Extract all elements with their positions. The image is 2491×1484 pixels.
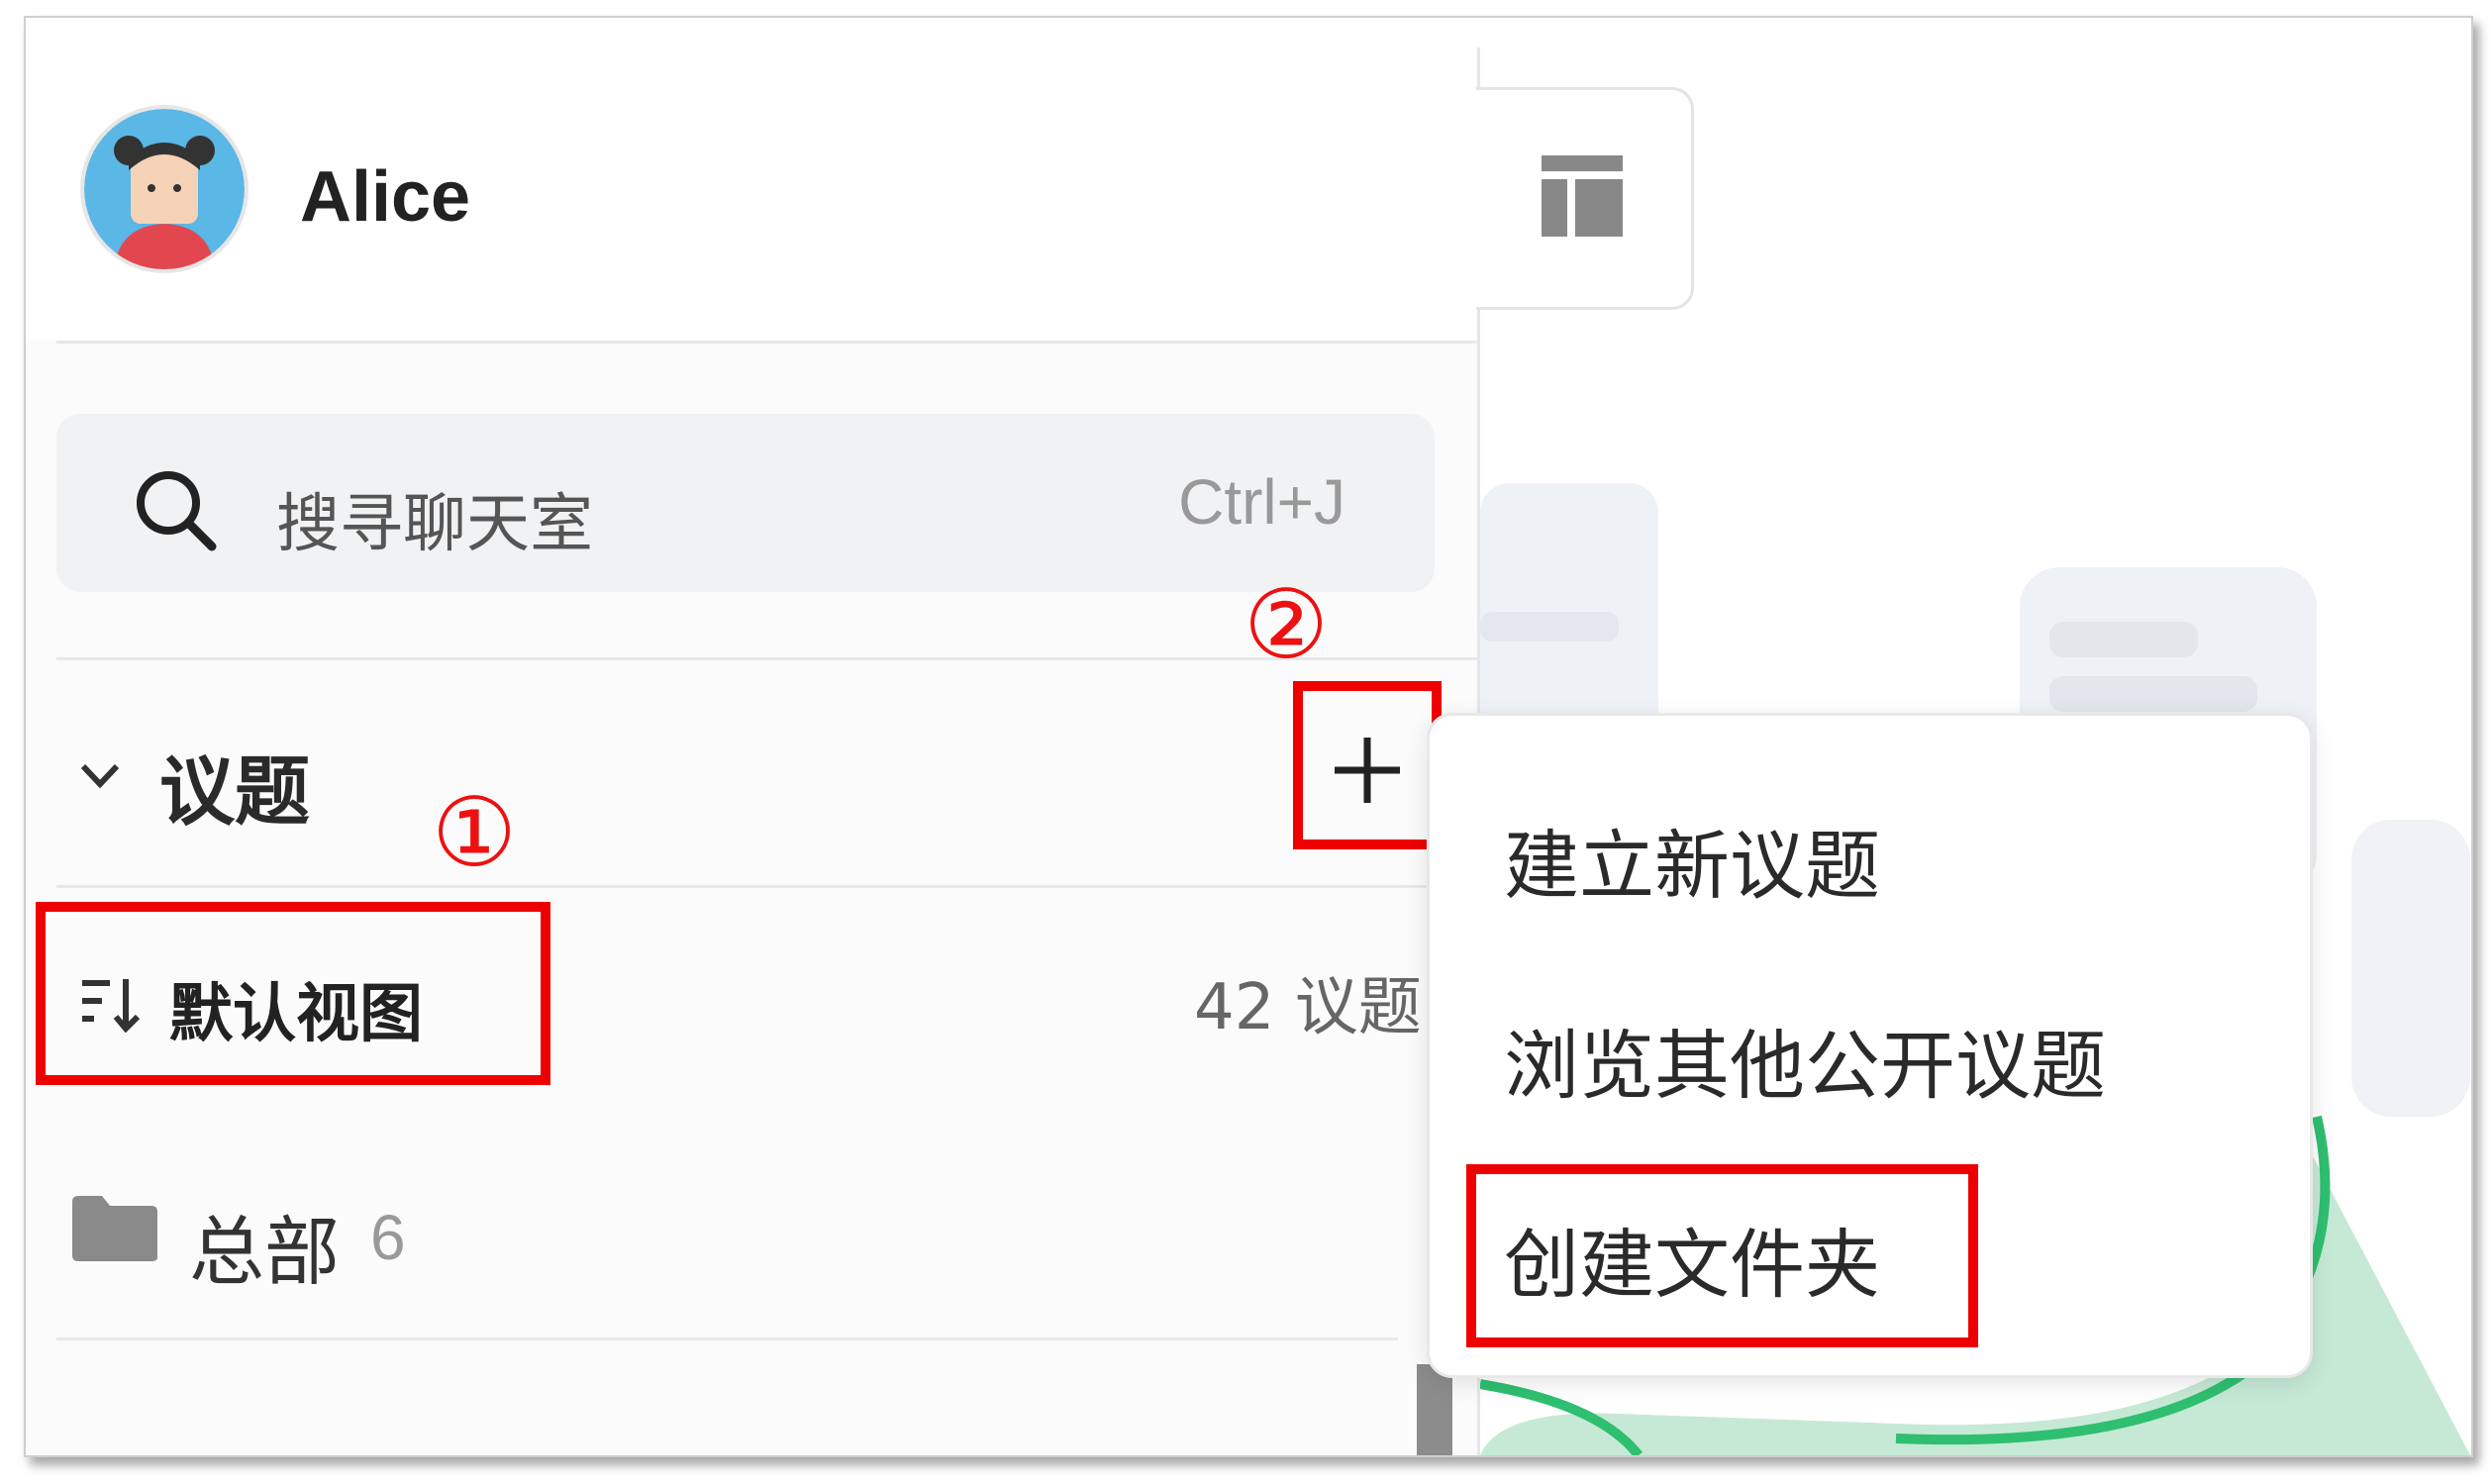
user-name: Alice [300, 157, 471, 237]
scrollbar-thumb[interactable] [1417, 1364, 1452, 1455]
app-window: Alice 搜寻聊天室 Ctrl+J 议题 默认视图 42 议题 总部 6 ② … [24, 16, 2473, 1457]
search-placeholder: 搜寻聊天室 [276, 488, 593, 561]
divider [56, 1337, 1398, 1340]
sort-list-icon [82, 979, 141, 1033]
divider [56, 341, 1477, 344]
annotation-box-create-folder [1466, 1164, 1978, 1347]
annotation-step-2: ② [1244, 569, 1330, 680]
menu-item-browse-public-topics[interactable]: 浏览其他公开议题 [1504, 1005, 2106, 1114]
add-button[interactable] [1293, 681, 1442, 849]
menu-item-create-topic[interactable]: 建立新议题 [1504, 805, 1880, 914]
section-title-topics[interactable]: 议题 [159, 731, 310, 840]
user-avatar[interactable] [80, 105, 249, 273]
annotation-step-1: ① [432, 777, 518, 888]
view-topic-count: 42 议题 [1194, 971, 1422, 1044]
folder-count: 6 [370, 1202, 406, 1273]
search-bar[interactable]: 搜寻聊天室 Ctrl+J [56, 414, 1435, 592]
divider [56, 885, 1477, 888]
girl-avatar-icon [84, 109, 245, 269]
sidebar: Alice 搜寻聊天室 Ctrl+J 议题 默认视图 42 议题 总部 6 [26, 18, 1477, 1455]
chevron-down-icon[interactable] [75, 750, 125, 800]
view-default[interactable]: 默认视图 [169, 963, 423, 1054]
plus-icon [1335, 738, 1400, 803]
layout-toggle-button[interactable] [1476, 87, 1694, 310]
folder-headquarters[interactable]: 总部 [189, 1191, 340, 1300]
search-icon [137, 471, 217, 551]
layout-icon [1542, 155, 1623, 237]
search-shortcut-hint: Ctrl+J [1178, 466, 1345, 538]
folder-icon [72, 1196, 157, 1261]
